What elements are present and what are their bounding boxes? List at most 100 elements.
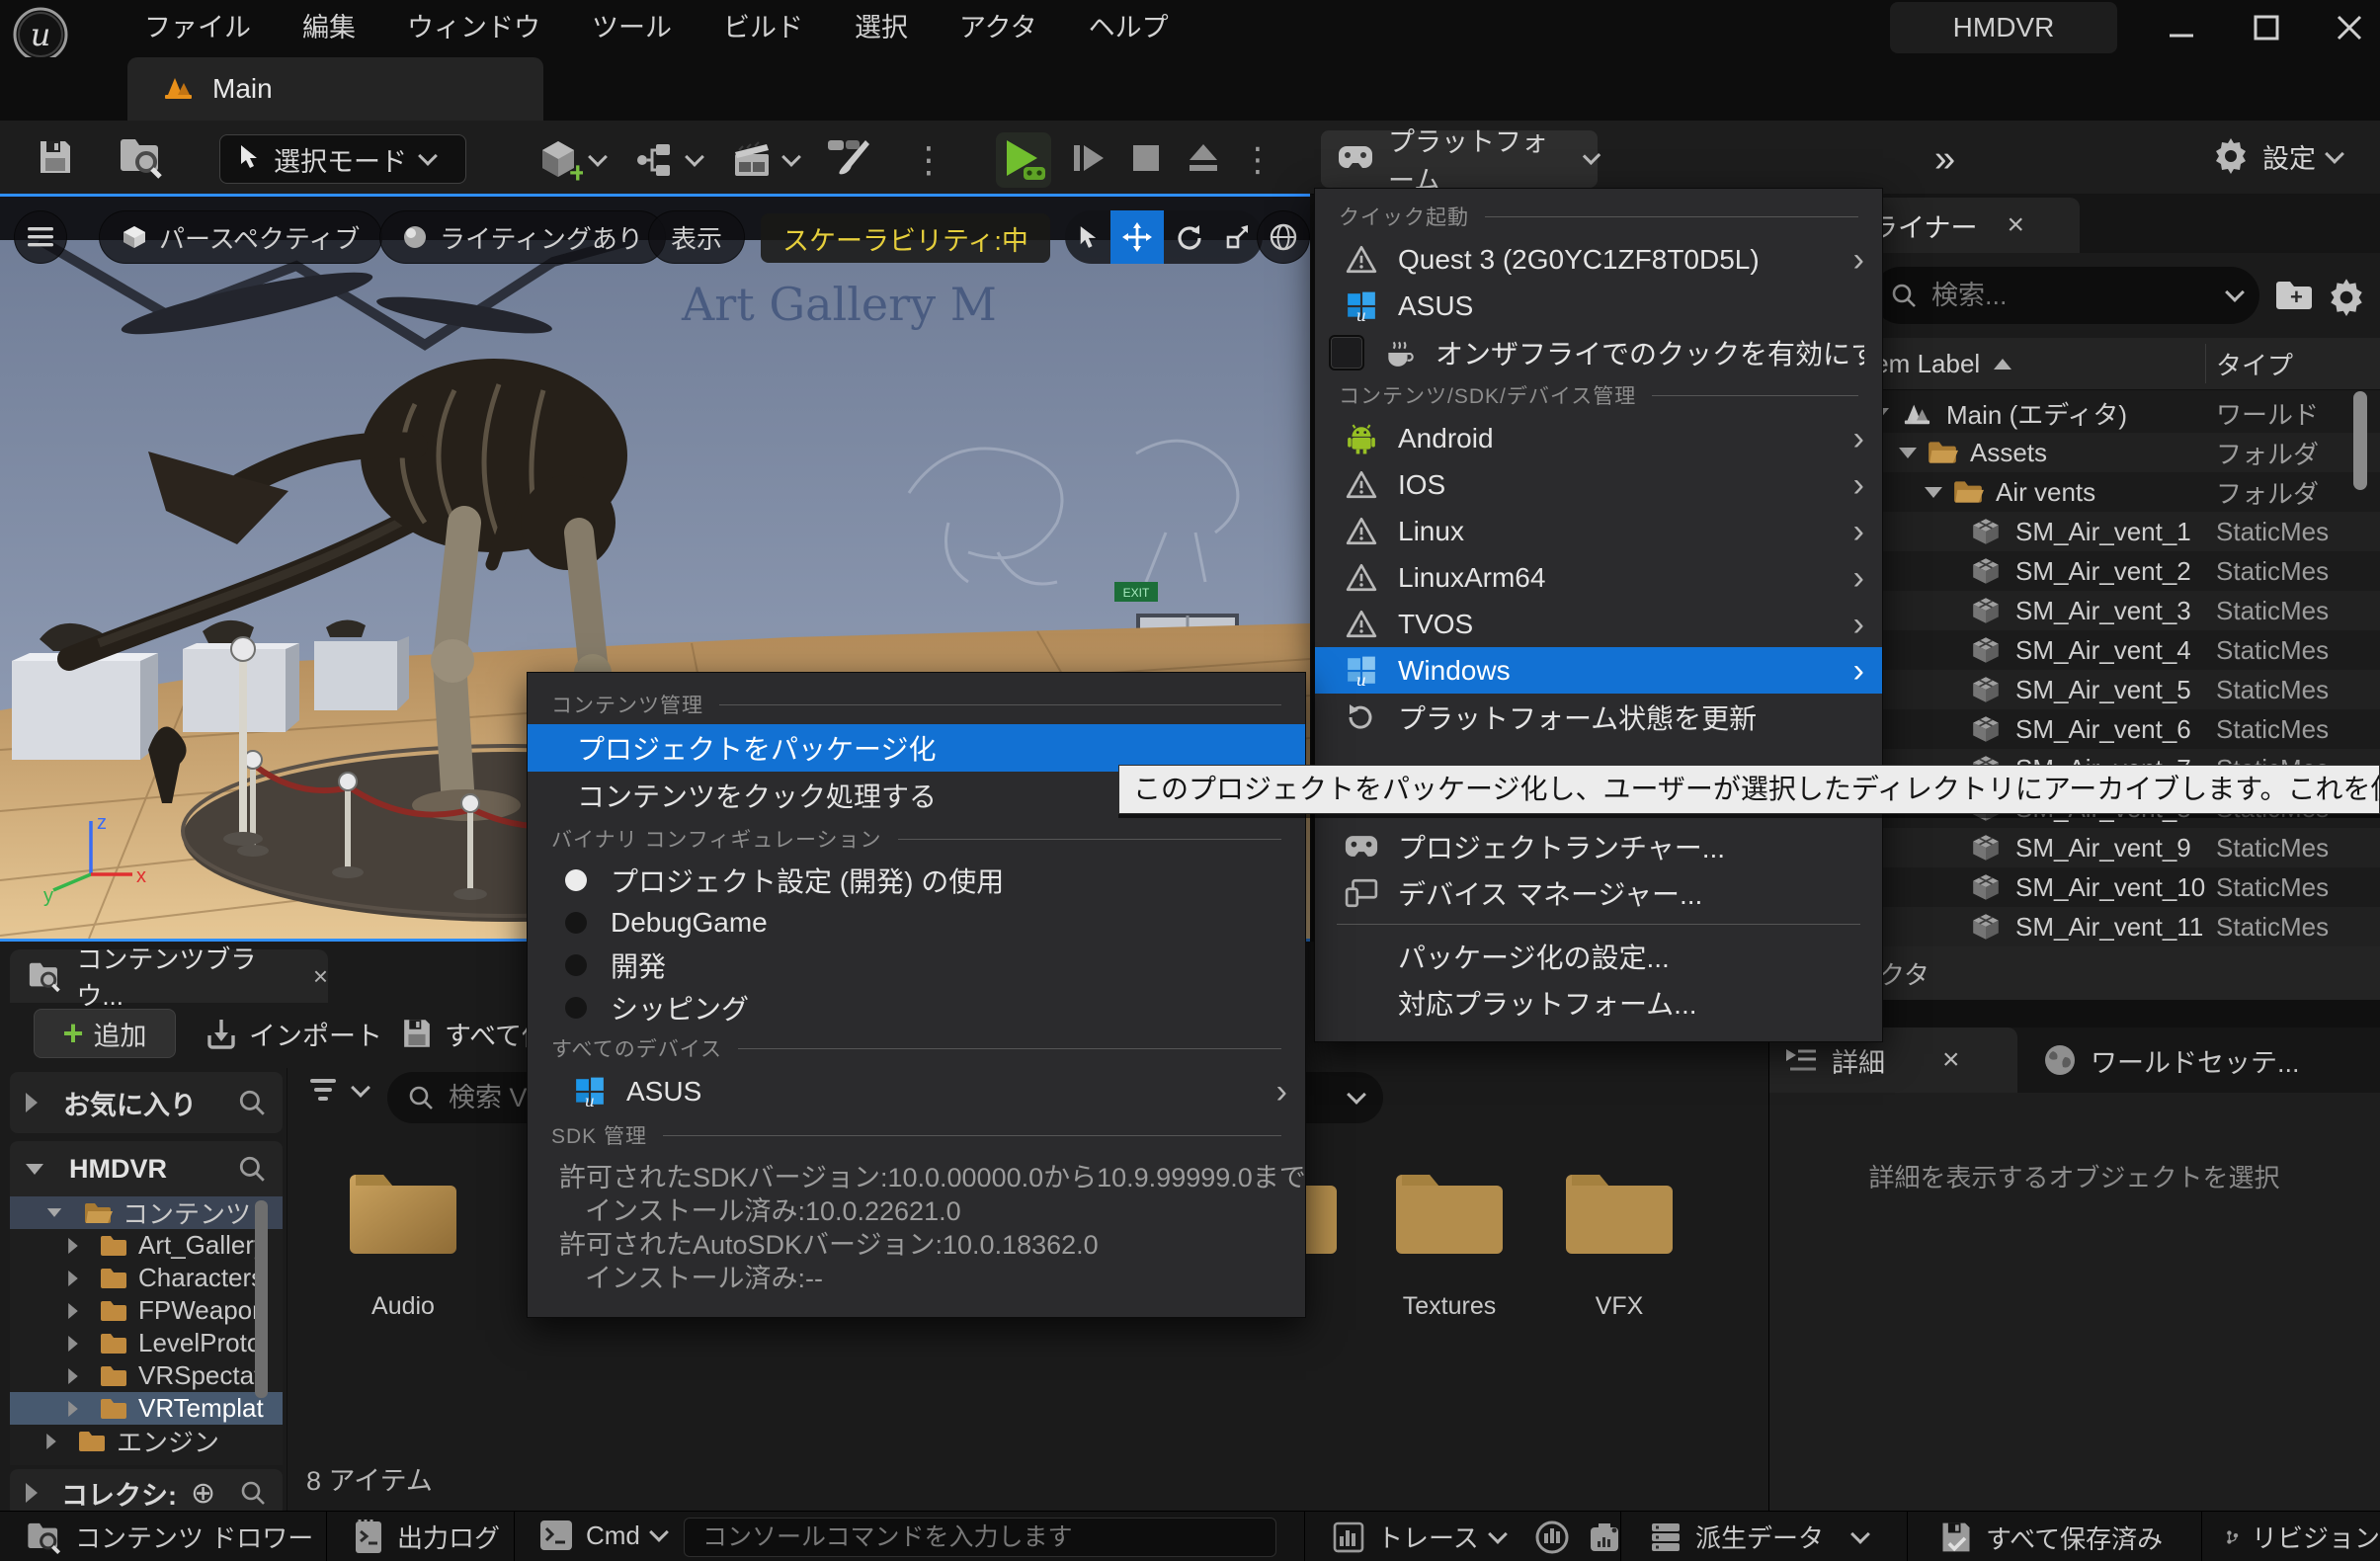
search-icon[interactable] [237,1088,267,1117]
level-tab-main[interactable]: Main [127,57,543,121]
menu-item-android[interactable]: Android› [1315,415,1882,461]
close-button[interactable] [2328,8,2371,47]
search-icon[interactable] [239,1479,267,1507]
content-browser-tab[interactable]: コンテンツブラウ... × [10,949,328,1003]
move-tool-button[interactable] [1110,210,1164,264]
add-actor-button[interactable]: + [533,135,605,185]
viewport-perspective-dropdown[interactable]: パースペクティブ [99,210,382,264]
eject-button[interactable] [1184,138,1223,183]
menu-item-device-manager[interactable]: デバイス マネージャー... [1315,869,1882,916]
outliner-row-mesh[interactable]: SM_Air_vent_5StaticMes [1857,670,2380,709]
asset-folder-vfx[interactable]: VFX [1558,1157,1681,1321]
viewport-lighting-dropdown[interactable]: ライティングあり [379,210,666,264]
menu-edit[interactable]: 編集 [302,6,356,44]
menu-select[interactable]: 選択 [855,6,908,44]
project-root-section[interactable]: HMDVR [10,1141,283,1196]
menu-item-tvos[interactable]: TVOS› [1315,601,1882,647]
derived-data-dropdown[interactable]: 派生データ [1648,1519,1867,1555]
asset-folder-textures[interactable]: Textures [1388,1157,1511,1321]
search-icon[interactable] [237,1154,267,1184]
outliner-row-main[interactable]: Main (エディタ)ワールド [1857,393,2380,433]
cinematics-button[interactable] [729,138,798,182]
outliner-row-mesh[interactable]: SM_Air_vent_3StaticMes [1857,591,2380,630]
add-collection-icon[interactable]: ⊕ [191,1476,215,1511]
cmd-dropdown[interactable]: Cmd [538,1519,666,1552]
save-level-button[interactable] [36,136,75,183]
select-tool-button[interactable] [1065,210,1110,264]
collections-section[interactable]: コレクシ: ⊕ [10,1469,283,1517]
menu-window[interactable]: ウィンドウ [407,6,540,44]
blueprints-button[interactable] [632,138,701,182]
all-saved-button[interactable]: すべて保存済み [1938,1519,2163,1556]
favorites-section[interactable]: お気に入り [10,1072,283,1133]
outliner-row-mesh[interactable]: SM_Air_vent_10StaticMes [1857,867,2380,907]
tree-item[interactable]: VRSpectat [10,1359,283,1392]
menu-item-asus-quick[interactable]: u ASUS [1315,283,1882,329]
outliner-row-mesh[interactable]: SM_Air_vent_4StaticMes [1857,630,2380,670]
filter-button[interactable] [308,1076,368,1106]
viewport-show-dropdown[interactable]: 表示 [648,210,745,264]
outliner-settings-gear-icon[interactable] [2326,275,2367,321]
scalability-warning-button[interactable]: スケーラビリティ:中 [761,213,1050,263]
caret-down-icon[interactable] [1925,487,1942,498]
rotate-tool-button[interactable] [1164,210,1213,264]
maximize-button[interactable] [2245,8,2288,47]
menu-item-linux[interactable]: Linux› [1315,508,1882,554]
revision-control-button[interactable]: リビジョン [2225,1519,2380,1555]
menu-item-quest3[interactable]: Quest 3 (2G0YC1ZF8T0D5L)› [1315,236,1882,283]
close-icon[interactable]: × [2007,208,2024,242]
menu-item-config-debuggame[interactable]: DebugGame [528,901,1305,944]
insights-icon[interactable] [1534,1520,1570,1555]
settings-dropdown[interactable]: 設定 [2211,134,2341,179]
menu-help[interactable]: ヘルプ [1089,6,1169,44]
platforms-dropdown-button[interactable]: プラットフォーム [1321,130,1598,188]
menu-item-device-asus[interactable]: u ASUS › [528,1068,1305,1115]
outliner-row-mesh[interactable]: SM_Air_vent_1StaticMes [1857,512,2380,551]
toolbar-overflow-icon[interactable]: ⋮ [911,139,946,181]
console-command-field[interactable] [684,1518,1276,1557]
outliner-row-folder[interactable]: Assetsフォルダ [1857,433,2380,472]
snapshot-icon[interactable] [1588,1520,1621,1555]
menu-item-refresh-platform-status[interactable]: プラットフォーム状態を更新 [1315,694,1882,740]
menu-item-ios[interactable]: IOS› [1315,461,1882,508]
close-icon[interactable]: × [1942,1043,1960,1077]
content-drawer-button[interactable]: コンテンツ ドロワー [24,1519,313,1555]
world-coordinate-button[interactable] [1257,210,1310,264]
menu-file[interactable]: ファイル [144,6,251,44]
play-options-icon[interactable]: ⋮ [1241,140,1274,180]
console-command-input[interactable] [700,1522,1260,1553]
trace-dropdown[interactable]: トレース [1332,1519,1621,1555]
menu-item-cook-on-the-fly[interactable]: オンザフライでのクックを有効にする [1315,329,1882,375]
menu-item-config-development[interactable]: 開発 [528,944,1305,986]
outliner-row-folder[interactable]: Air ventsフォルダ [1857,472,2380,512]
import-button[interactable]: インポート [204,1009,382,1058]
outliner-row-mesh[interactable]: SM_Air_vent_11StaticMes [1857,907,2380,946]
menu-item-windows[interactable]: u Windows› [1315,647,1882,694]
menu-actor[interactable]: アクタ [959,6,1037,44]
tree-item[interactable]: FPWeapon [10,1294,283,1327]
skip-frame-button[interactable] [1069,138,1108,183]
tree-item-selected[interactable]: VRTemplat [10,1392,283,1425]
menu-tools[interactable]: ツール [592,6,672,44]
caret-down-icon[interactable] [1899,448,1917,458]
outliner-scrollbar[interactable] [2353,391,2367,490]
stop-button[interactable] [1126,138,1166,183]
outliner-row-mesh[interactable]: SM_Air_vent_6StaticMes [1857,709,2380,749]
add-button[interactable]: + 追加 [34,1009,176,1058]
browse-content-button[interactable] [117,134,164,185]
tree-item-engine[interactable]: エンジン [10,1425,283,1457]
tree-item[interactable]: LevelProto [10,1327,283,1359]
menu-item-project-launcher[interactable]: プロジェクトランチャー... [1315,823,1882,869]
viewport-options-button[interactable] [14,210,67,264]
close-icon[interactable]: × [313,961,328,992]
toolbar-expand-icon[interactable]: » [1934,138,1955,181]
menu-item-supported-platforms[interactable]: 対応プラットフォーム... [1315,979,1882,1026]
outliner-column-headers[interactable]: tem Label タイプ [1857,338,2380,390]
asset-folder-audio[interactable]: Audio [342,1157,464,1321]
menu-item-config-shipping[interactable]: シッピング [528,986,1305,1028]
tree-item[interactable]: Art_Gallery [10,1229,283,1262]
add-folder-icon[interactable]: + [2272,277,2316,319]
menu-item-packaging-settings[interactable]: パッケージ化の設定... [1315,933,1882,979]
tree-item[interactable]: Characters [10,1262,283,1294]
minimize-button[interactable] [2160,8,2203,47]
